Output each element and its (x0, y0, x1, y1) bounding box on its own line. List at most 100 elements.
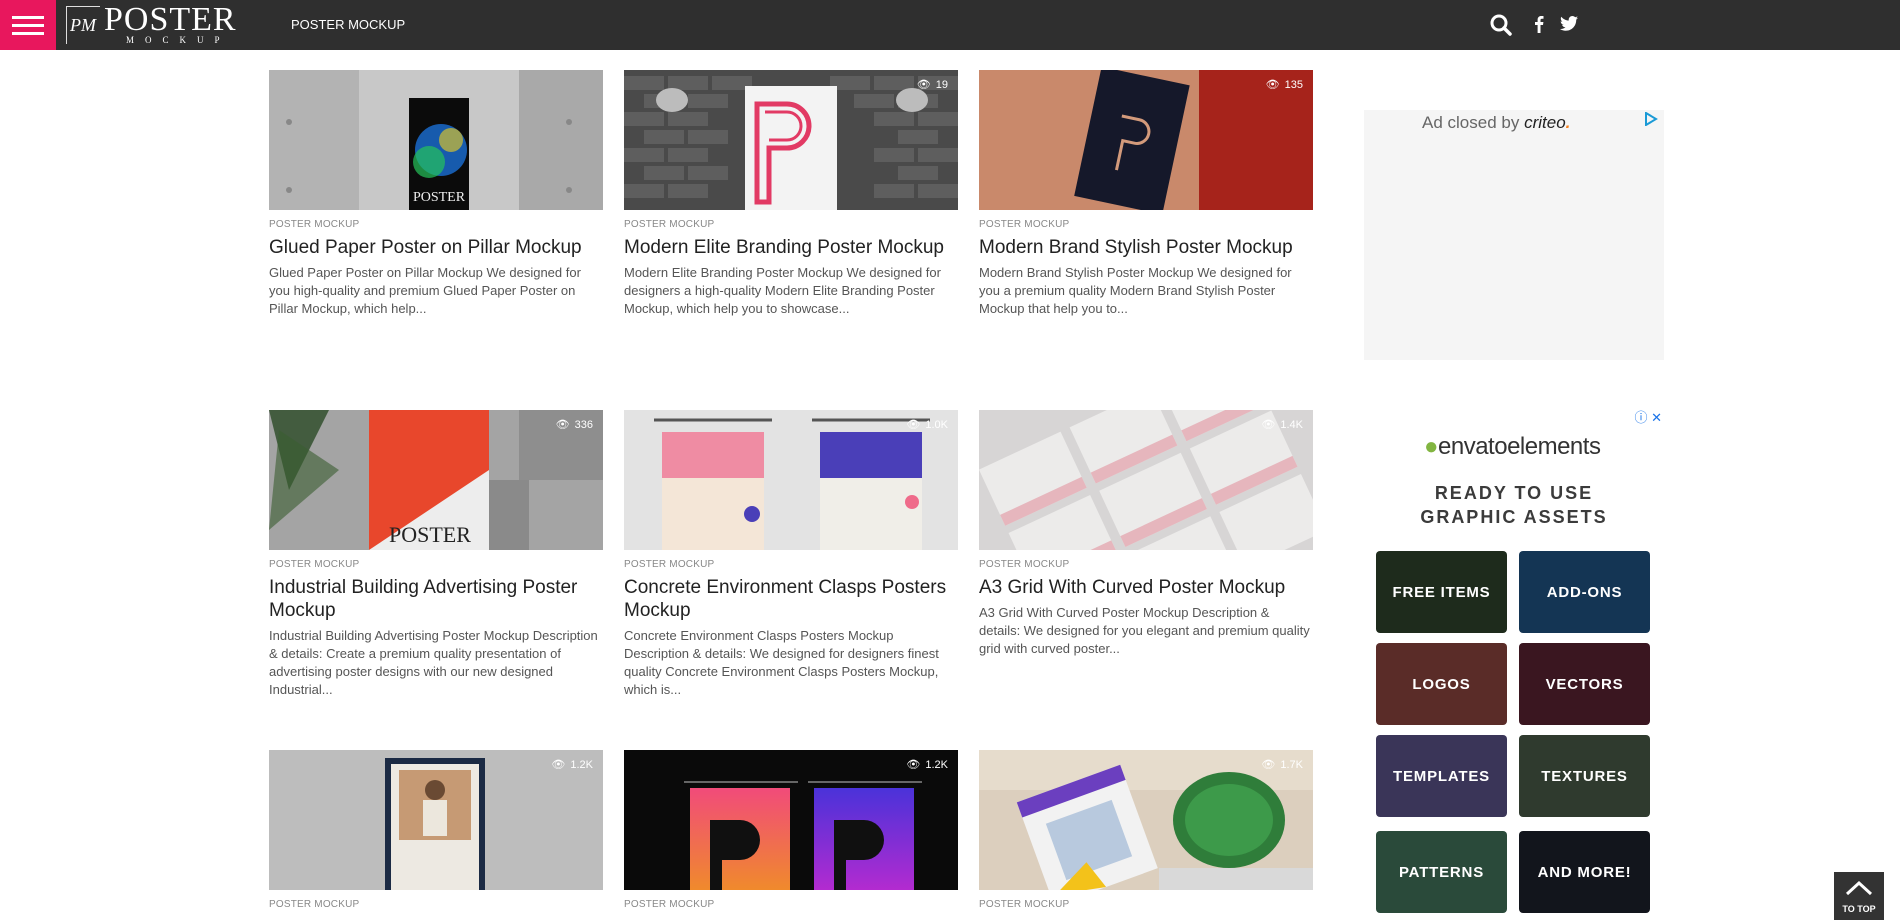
eye-icon: 👁 (555, 419, 570, 431)
post-category[interactable]: POSTER MOCKUP (979, 559, 1313, 570)
tile-logos[interactable]: LOGOS (1376, 643, 1507, 725)
view-count-value: 19 (935, 78, 948, 91)
tile-free-items[interactable]: FREE ITEMS (1376, 551, 1507, 633)
ad-headline-line2: GRAPHIC ASSETS (1420, 507, 1608, 527)
post-card[interactable]: 👁 1.2K POSTER MOCKUP (624, 750, 958, 910)
menu-icon-line (12, 24, 44, 27)
view-count-value: 1.0K (925, 418, 948, 431)
view-count: 👁 135 (1265, 78, 1303, 92)
post-excerpt: A3 Grid With Curved Poster Mockup Descri… (979, 605, 1310, 656)
tile-templates[interactable]: TEMPLATES (1376, 735, 1507, 817)
post-thumbnail[interactable]: 👁 1.2K (624, 750, 958, 890)
logo-mark: PM (66, 6, 100, 44)
thumb-poster-label: POSTER (389, 522, 471, 547)
criteo-logo[interactable]: criteo. (1524, 113, 1570, 132)
post-thumbnail[interactable]: 👁 1.2K (269, 750, 603, 890)
tile-and-more[interactable]: AND MORE! (1519, 831, 1650, 913)
eye-icon: 👁 (906, 419, 921, 431)
post-card[interactable]: 👁 135 POSTER MOCKUP Modern Brand Stylish … (979, 70, 1313, 318)
tile-textures[interactable]: TEXTURES (1519, 735, 1650, 817)
post-excerpt: Modern Elite Branding Poster Mockup We d… (624, 265, 941, 316)
to-top-label: TO TOP (1842, 904, 1876, 914)
thumb-poster-label: POSTER (412, 190, 466, 205)
eye-icon: 👁 (1261, 419, 1276, 431)
post-excerpt: Glued Paper Poster on Pillar Mockup We d… (269, 265, 581, 316)
ad-closed-label: Ad closed by (1422, 113, 1520, 132)
eye-icon: 👁 (1261, 759, 1276, 771)
view-count: 👁 1.0K (906, 418, 948, 432)
criteo-brand: criteo (1524, 113, 1566, 132)
leaf-icon: ● (1424, 433, 1439, 460)
ad-closed-panel: Ad closed by criteo. (1364, 110, 1664, 360)
view-count: 👁 1.4K (1261, 418, 1303, 432)
post-card[interactable]: 👁 1.4K POSTER MOCKUP A3 Grid With Curved … (979, 410, 1313, 658)
post-title[interactable]: Modern Brand Stylish Poster Mockup (979, 236, 1313, 259)
post-card[interactable]: 👁 1.0K POSTER MOCKUP Concrete Environment… (624, 410, 958, 699)
view-count: 👁 1.7K (1261, 758, 1303, 772)
tile-vectors[interactable]: VECTORS (1519, 643, 1650, 725)
view-count-value: 1.2K (925, 758, 948, 771)
menu-icon (12, 16, 44, 19)
post-thumbnail[interactable]: 👁 1.4K (979, 410, 1313, 550)
twitter-icon[interactable] (1560, 16, 1578, 36)
tile-add-ons[interactable]: ADD-ONS (1519, 551, 1650, 633)
view-count: 👁 1.2K (906, 758, 948, 772)
ad-headline-line1: READY TO USE (1434, 483, 1594, 503)
post-category[interactable]: POSTER MOCKUP (624, 899, 958, 910)
close-icon[interactable]: ✕ (1651, 410, 1662, 425)
post-card[interactable]: 👁 1.2K POSTER MOCKUP (269, 750, 603, 910)
chevron-up-icon (1845, 880, 1873, 896)
to-top-button[interactable]: TO TOP (1834, 872, 1884, 920)
post-category[interactable]: POSTER MOCKUP (624, 559, 958, 570)
post-title[interactable]: Glued Paper Poster on Pillar Mockup (269, 236, 603, 259)
search-icon[interactable] (1490, 14, 1512, 41)
eye-icon: 👁 (906, 759, 921, 771)
view-count-value: 1.7K (1280, 758, 1303, 771)
menu-button[interactable] (0, 0, 56, 50)
info-icon[interactable]: ⓘ (1634, 410, 1647, 425)
post-thumbnail[interactable]: 👁 1.0K (624, 410, 958, 550)
criteo-dot: . (1565, 113, 1571, 132)
logo-word: POSTER (104, 1, 237, 38)
post-thumbnail[interactable]: 👁 336 POSTER (269, 410, 603, 550)
eye-icon: 👁 (1265, 79, 1280, 91)
facebook-icon[interactable] (1534, 15, 1544, 38)
post-thumbnail[interactable]: POSTER (269, 70, 603, 210)
post-category[interactable]: POSTER MOCKUP (269, 219, 603, 230)
nav-category-link[interactable]: POSTER MOCKUP (291, 17, 405, 32)
logo-sub: MOCKUP (126, 35, 231, 45)
adchoices-icon[interactable] (1644, 111, 1658, 131)
view-count-value: 135 (1284, 78, 1303, 91)
post-category[interactable]: POSTER MOCKUP (979, 219, 1313, 230)
ad-controls: ⓘ ✕ (1634, 407, 1662, 426)
post-card[interactable]: 👁 336 POSTER POSTER MOCKUP Industrial Bui… (269, 410, 603, 699)
post-excerpt: Concrete Environment Clasps Posters Mock… (624, 628, 939, 697)
tile-patterns[interactable]: PATTERNS (1376, 831, 1507, 913)
post-title[interactable]: Industrial Building Advertising Poster M… (269, 576, 603, 622)
post-card[interactable]: 👁 1.7K POSTER MOCKUP (979, 750, 1313, 910)
post-thumbnail[interactable]: 👁 135 (979, 70, 1313, 210)
post-thumbnail[interactable]: 👁 1.7K (979, 750, 1313, 890)
post-title[interactable]: Concrete Environment Clasps Posters Mock… (624, 576, 958, 622)
post-excerpt: Modern Brand Stylish Poster Mockup We de… (979, 265, 1292, 316)
post-thumbnail[interactable]: 👁 19 (624, 70, 958, 210)
post-title[interactable]: Modern Elite Branding Poster Mockup (624, 236, 958, 259)
eye-icon: 👁 (551, 759, 566, 771)
post-title[interactable]: A3 Grid With Curved Poster Mockup (979, 576, 1313, 599)
envato-ad[interactable]: ⓘ ✕ ●envatoelements READY TO USE GRAPHIC… (1364, 403, 1664, 920)
menu-icon-line (12, 32, 44, 35)
view-count: 👁 1.2K (551, 758, 593, 772)
post-excerpt: Industrial Building Advertising Poster M… (269, 628, 598, 697)
ad-headline: READY TO USE GRAPHIC ASSETS (1364, 481, 1664, 529)
post-card[interactable]: POSTER POSTER MOCKUP Glued Paper Poster … (269, 70, 603, 318)
view-count: 👁 19 (917, 78, 948, 92)
post-card[interactable]: 👁 19 POSTER MOCKUP Modern Elite Branding … (624, 70, 958, 318)
site-logo[interactable]: PM POSTER MOCKUP (66, 1, 251, 46)
post-category[interactable]: POSTER MOCKUP (979, 899, 1313, 910)
ad-closed-text: Ad closed by criteo. (1422, 113, 1570, 133)
post-category[interactable]: POSTER MOCKUP (624, 219, 958, 230)
envato-brand-a: envato (1438, 433, 1508, 460)
post-category[interactable]: POSTER MOCKUP (269, 559, 603, 570)
post-category[interactable]: POSTER MOCKUP (269, 899, 603, 910)
view-count: 👁 336 (555, 418, 593, 432)
